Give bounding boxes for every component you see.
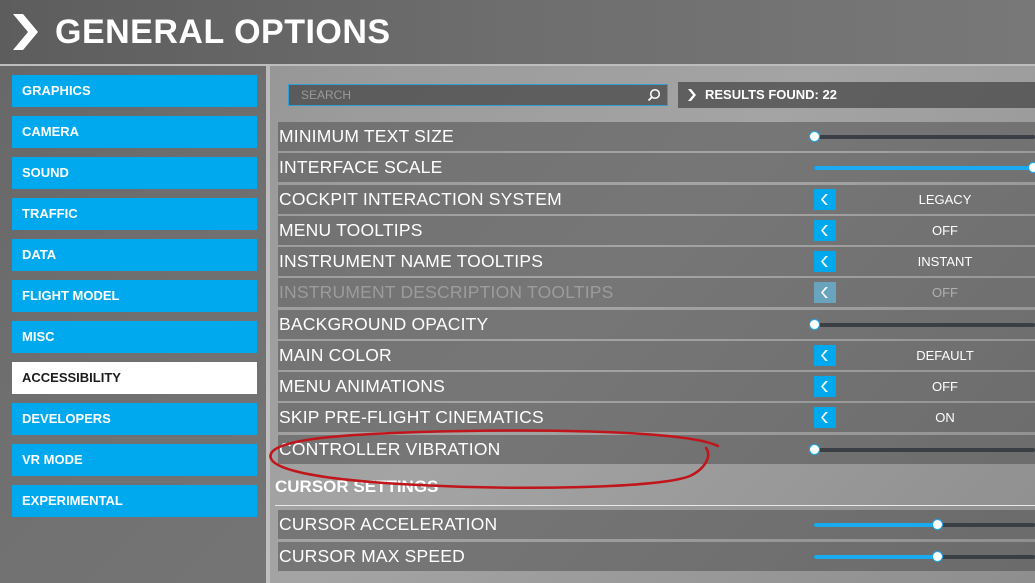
setting-row-controller-vibration[interactable]: CONTROLLER VIBRATION [278,434,1035,464]
slider-knob[interactable] [809,318,820,330]
setting-value: OFF [932,222,958,238]
sidebar-item-misc[interactable]: MISC [12,321,257,353]
setting-row-cockpit-interaction-system[interactable]: COCKPIT INTERACTION SYSTEM LEGACY [278,184,1035,214]
setting-label: SKIP PRE-FLIGHT CINEMATICS [279,407,544,428]
chevron-left-icon [821,412,828,424]
sidebar-item-sound[interactable]: SOUND [12,157,257,189]
setting-value: INSTANT [917,254,973,269]
sidebar-item-graphics[interactable]: GRAPHICS [12,75,257,107]
setting-label: MENU ANIMATIONS [279,376,446,396]
toggle-prev-button[interactable] [814,219,836,241]
slider-knob[interactable] [1028,162,1035,174]
slider-fill [814,554,937,559]
toggle-prev-button[interactable] [814,407,836,429]
setting-label: INSTRUMENT DESCRIPTION TOOLTIPS [279,282,614,303]
setting-row-interface-scale[interactable]: INTERFACE SCALE [278,153,1035,183]
page-title: GENERAL OPTIONS [55,13,391,51]
setting-row-menu-tooltips[interactable]: MENU TOOLTIPS OFF [278,215,1035,245]
search-icon[interactable] [647,88,661,102]
slider-track[interactable] [814,447,1035,452]
setting-value: ON [935,410,955,426]
setting-label: CONTROLLER VIBRATION [279,438,501,459]
sidebar: GRAPHICS CAMERA SOUND TRAFFIC DATA FLIGHT MOD… [0,66,266,583]
settings-panel: RESULTS FOUND: 22 CURSOR SETTINGS MINIMU… [270,66,1035,583]
toggle-prev-button[interactable] [814,376,836,397]
chevron-right-icon [688,89,696,101]
slider-fill [814,166,1033,171]
setting-label: MENU TOOLTIPS [279,219,423,240]
setting-row-skip-pre-flight-cinematics[interactable]: SKIP PRE-FLIGHT CINEMATICS ON [278,403,1035,433]
slider-track[interactable] [814,322,1035,327]
setting-row-menu-animations[interactable]: MENU ANIMATIONS OFF [278,372,1035,401]
search-input[interactable] [289,85,639,105]
setting-row-background-opacity[interactable]: BACKGROUND OPACITY [278,309,1035,339]
sidebar-item-flight-model[interactable]: FLIGHT MODEL [12,280,257,312]
sidebar-item-experimental[interactable]: EXPERIMENTAL [12,485,257,517]
sidebar-item-camera[interactable]: CAMERA [12,116,257,148]
chevron-left-icon [821,381,828,392]
toggle-prev-button[interactable] [814,188,836,210]
section-divider [275,505,1035,506]
header-bar: GENERAL OPTIONS [0,0,1035,64]
setting-label: MINIMUM TEXT SIZE [279,126,454,146]
slider-track[interactable] [814,135,1035,139]
setting-label: CURSOR MAX SPEED [279,545,466,566]
chevron-left-icon [821,287,828,299]
setting-label: INTERFACE SCALE [279,157,443,178]
toggle-prev-button[interactable] [814,251,836,272]
setting-label: CURSOR ACCELERATION [279,514,498,534]
setting-label: MAIN COLOR [279,344,392,365]
chevron-left-icon [821,349,828,361]
search-bar [288,84,668,106]
results-count: RESULTS FOUND: 22 [678,82,1035,108]
sidebar-item-developers[interactable]: DEVELOPERS [12,403,257,435]
setting-row-instrument-name-tooltips[interactable]: INSTRUMENT NAME TOOLTIPS INSTANT [278,247,1035,276]
results-label: RESULTS FOUND: 22 [705,87,837,102]
toggle-prev-button [814,282,836,304]
slider-knob[interactable] [809,131,820,142]
slider-knob[interactable] [809,443,820,455]
setting-row-instrument-description-tooltips[interactable]: INSTRUMENT DESCRIPTION TOOLTIPS OFF [278,278,1035,308]
setting-value: OFF [932,379,958,394]
section-title-cursor-settings: CURSOR SETTINGS [275,477,439,496]
chevron-left-icon [821,224,828,236]
slider-knob[interactable] [932,519,943,530]
toggle-prev-button[interactable] [814,344,836,366]
setting-value: LEGACY [918,191,972,207]
sidebar-item-data[interactable]: DATA [12,239,257,271]
setting-value: DEFAULT [916,347,974,363]
setting-label: BACKGROUND OPACITY [279,313,489,334]
setting-row-cursor-max-speed[interactable]: CURSOR MAX SPEED [278,541,1035,571]
slider-knob[interactable] [932,550,943,562]
chevron-left-icon [821,256,828,267]
setting-row-main-color[interactable]: MAIN COLOR DEFAULT [278,340,1035,370]
setting-label: COCKPIT INTERACTION SYSTEM [279,188,562,209]
slider-fill [814,523,937,527]
setting-value: OFF [932,285,958,301]
setting-label: INSTRUMENT NAME TOOLTIPS [279,251,544,271]
chevron-left-icon [821,193,828,205]
setting-row-cursor-acceleration[interactable]: CURSOR ACCELERATION [278,510,1035,539]
sidebar-item-vr-mode[interactable]: VR MODE [12,444,257,476]
setting-row-minimum-text-size[interactable]: MINIMUM TEXT SIZE [278,122,1035,151]
sidebar-item-traffic[interactable]: TRAFFIC [12,198,257,230]
chevron-right-icon [13,14,38,50]
sidebar-item-accessibility[interactable]: ACCESSIBILITY [12,362,257,394]
